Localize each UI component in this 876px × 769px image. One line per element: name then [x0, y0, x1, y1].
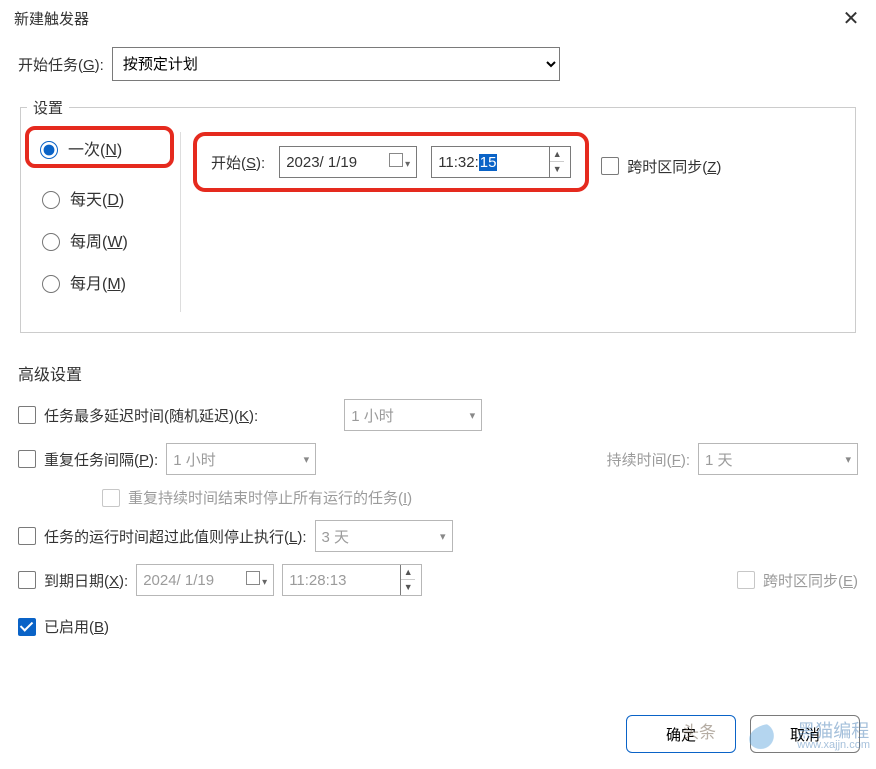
adv-expire-row: 到期日期(X): 2024/ 1/19 ▾ 11:28:13 ▲ ▼ 跨时区同步… [18, 564, 858, 596]
adv-expire-time-value: 11:28:13 [289, 572, 346, 589]
freq-daily-label: 每天(D) [70, 186, 124, 210]
start-date-value: 2023/ 1/19 [286, 154, 357, 171]
start-time-value: 11:32:15 [438, 154, 497, 171]
adv-delay-row: 任务最多延迟时间(随机延迟)(K): 1 小时 ▾ [18, 399, 858, 431]
adv-repeat-value: 1 小时 [173, 449, 216, 470]
cancel-button[interactable]: 取消 [750, 715, 860, 753]
adv-expire-sync-checkbox: 跨时区同步(E) [737, 570, 858, 591]
sync-tz-label: 跨时区同步(Z) [627, 156, 721, 177]
start-date-input[interactable]: 2023/ 1/19 ▾ [279, 146, 417, 178]
sync-tz-box[interactable] [601, 157, 619, 175]
adv-stopafter-checkbox[interactable]: 任务的运行时间超过此值则停止执行(L): [18, 526, 307, 547]
sync-tz-checkbox[interactable]: 跨时区同步(Z) [601, 156, 721, 177]
adv-enabled-box[interactable] [18, 618, 36, 636]
adv-delay-label: 任务最多延迟时间(随机延迟)(K): [44, 405, 258, 426]
adv-duration-value: 1 天 [705, 449, 733, 470]
adv-delay-value: 1 小时 [351, 405, 394, 426]
adv-stopafter-row: 任务的运行时间超过此值则停止执行(L): 3 天 ▾ [18, 520, 858, 552]
adv-enabled-checkbox[interactable]: 已启用(B) [18, 616, 109, 637]
chevron-down-icon[interactable]: ▾ [845, 453, 851, 466]
chevron-down-icon[interactable]: ▾ [262, 577, 267, 588]
adv-enabled-row: 已启用(B) [18, 616, 858, 637]
freq-monthly[interactable]: 每月(M) [37, 270, 174, 294]
close-icon[interactable]: ✕ [836, 6, 866, 31]
adv-repeat-label: 重复任务间隔(P): [44, 449, 158, 470]
freq-weekly-radio[interactable] [42, 233, 60, 251]
adv-repeat-combo[interactable]: 1 小时 ▾ [166, 443, 316, 475]
freq-daily[interactable]: 每天(D) [37, 186, 174, 210]
ok-button[interactable]: 确定 [626, 715, 736, 753]
adv-stopafter-box[interactable] [18, 527, 36, 545]
frequency-detail: 开始(S): 2023/ 1/19 ▾ 11:32:15 ▲ [181, 132, 845, 312]
adv-delay-checkbox[interactable]: 任务最多延迟时间(随机延迟)(K): [18, 405, 258, 426]
window-title: 新建触发器 [14, 8, 89, 29]
freq-once-radio[interactable] [40, 141, 58, 159]
spinner-up-icon[interactable]: ▲ [550, 147, 564, 162]
freq-once-label: 一次(N) [68, 136, 122, 160]
chevron-down-icon[interactable]: ▾ [405, 159, 410, 170]
start-time-input[interactable]: 11:32:15 ▲ ▼ [431, 146, 571, 178]
freq-monthly-radio[interactable] [42, 275, 60, 293]
chevron-down-icon[interactable]: ▾ [440, 530, 446, 543]
start-task-row: 开始任务(G): 按预定计划 [18, 47, 858, 81]
adv-repeat-row: 重复任务间隔(P): 1 小时 ▾ 持续时间(F): 1 天 ▾ [18, 443, 858, 475]
adv-duration-combo[interactable]: 1 天 ▾ [698, 443, 858, 475]
button-bar: 确定 取消 [626, 715, 860, 753]
start-datetime-group: 开始(S): 2023/ 1/19 ▾ 11:32:15 ▲ [193, 132, 589, 192]
adv-expire-date-input[interactable]: 2024/ 1/19 ▾ [136, 564, 274, 596]
calendar-icon[interactable] [246, 571, 260, 585]
freq-once[interactable]: 一次(N) [25, 126, 174, 168]
adv-delay-combo[interactable]: 1 小时 ▾ [344, 399, 482, 431]
adv-stopafter-combo[interactable]: 3 天 ▾ [315, 520, 453, 552]
adv-stop-on-duration-box [102, 489, 120, 507]
adv-delay-box[interactable] [18, 406, 36, 424]
adv-stop-on-duration-row: 重复持续时间结束时停止所有运行的任务(I) [102, 487, 858, 508]
freq-daily-radio[interactable] [42, 191, 60, 209]
calendar-icon[interactable] [389, 153, 403, 167]
spinner-down-icon[interactable]: ▼ [401, 580, 415, 595]
titlebar: 新建触发器 ✕ [0, 0, 876, 37]
spinner-up-icon[interactable]: ▲ [401, 565, 415, 580]
freq-weekly-label: 每周(W) [70, 228, 128, 252]
freq-monthly-label: 每月(M) [70, 270, 126, 294]
time-spinner[interactable]: ▲ ▼ [400, 565, 415, 595]
adv-stop-on-duration-label: 重复持续时间结束时停止所有运行的任务(I) [128, 487, 412, 508]
adv-repeat-checkbox[interactable]: 重复任务间隔(P): [18, 449, 158, 470]
chevron-down-icon[interactable]: ▾ [304, 453, 310, 466]
advanced-title: 高级设置 [18, 361, 858, 385]
time-spinner[interactable]: ▲ ▼ [549, 147, 564, 177]
frequency-column: 一次(N) 每天(D) 每周(W) [31, 132, 181, 312]
adv-expire-label: 到期日期(X): [44, 570, 128, 591]
adv-duration-label: 持续时间(F): [607, 449, 690, 470]
dialog-body: 开始任务(G): 按预定计划 设置 一次(N) 每天(D) [0, 37, 876, 637]
adv-repeat-box[interactable] [18, 450, 36, 468]
adv-expire-date-value: 2024/ 1/19 [143, 572, 214, 589]
start-task-select[interactable]: 按预定计划 [112, 47, 560, 81]
adv-expire-box[interactable] [18, 571, 36, 589]
adv-stopafter-label: 任务的运行时间超过此值则停止执行(L): [44, 526, 307, 547]
adv-expire-sync-label: 跨时区同步(E) [763, 570, 858, 591]
adv-expire-sync-box [737, 571, 755, 589]
settings-legend: 设置 [27, 97, 69, 118]
adv-expire-checkbox[interactable]: 到期日期(X): [18, 570, 128, 591]
spinner-down-icon[interactable]: ▼ [550, 162, 564, 177]
freq-weekly[interactable]: 每周(W) [37, 228, 174, 252]
adv-expire-time-input[interactable]: 11:28:13 ▲ ▼ [282, 564, 422, 596]
adv-stopafter-value: 3 天 [322, 526, 350, 547]
chevron-down-icon[interactable]: ▾ [470, 409, 476, 422]
start-task-label: 开始任务(G): [18, 54, 104, 75]
adv-stop-on-duration-checkbox: 重复持续时间结束时停止所有运行的任务(I) [102, 487, 412, 508]
settings-group: 设置 一次(N) 每天(D) 每 [20, 97, 856, 333]
start-label: 开始(S): [211, 152, 265, 173]
adv-enabled-label: 已启用(B) [44, 616, 109, 637]
